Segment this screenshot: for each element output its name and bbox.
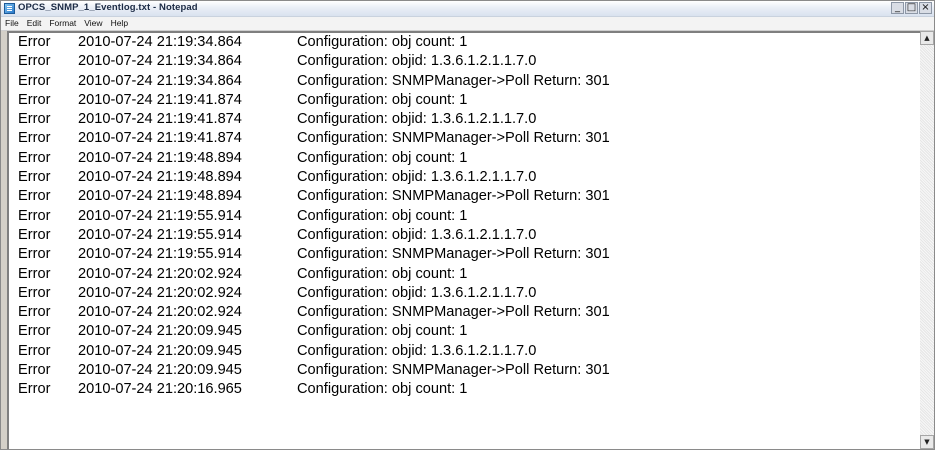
log-message: Configuration: SNMPManager->Poll Return:… bbox=[297, 246, 610, 263]
log-line: Error 2010-07-24 21:20:09.945 Configuratio… bbox=[18, 322, 610, 341]
log-line: Error 2010-07-24 21:19:48.894 Configuratio… bbox=[18, 149, 610, 168]
log-line: Error 2010-07-24 21:19:48.894 Configuratio… bbox=[18, 168, 610, 187]
log-line: Error 2010-07-24 21:19:34.864 Configuratio… bbox=[18, 72, 610, 91]
text-editor[interactable]: Error 2010-07-24 21:19:34.864 Configuratio… bbox=[7, 31, 920, 449]
log-timestamp: 2010-07-24 21:19:55.914 bbox=[78, 246, 242, 263]
log-line: Error 2010-07-24 21:19:55.914 Configuratio… bbox=[18, 226, 610, 245]
window-title: OPCS_SNMP_1_Eventlog.txt - Notepad bbox=[18, 2, 198, 13]
log-timestamp: 2010-07-24 21:19:34.864 bbox=[78, 34, 242, 50]
log-timestamp: 2010-07-24 21:19:41.874 bbox=[78, 111, 242, 128]
scroll-up-button[interactable]: ▲ bbox=[920, 31, 934, 45]
log-level: Error bbox=[18, 34, 51, 50]
log-message: Configuration: obj count: 1 bbox=[297, 91, 468, 108]
log-message: Configuration: SNMPManager->Poll Return:… bbox=[297, 130, 610, 147]
log-message: Configuration: objid: 1.3.6.1.2.1.1.7.0 bbox=[297, 284, 537, 301]
log-message: Configuration: objid: 1.3.6.1.2.1.1.7.0 bbox=[297, 111, 537, 128]
log-line: Error 2010-07-24 21:20:02.924 Configuratio… bbox=[18, 303, 610, 322]
log-timestamp: 2010-07-24 21:19:48.894 bbox=[78, 149, 242, 166]
log-message: Configuration: objid: 1.3.6.1.2.1.1.7.0 bbox=[297, 169, 537, 186]
log-timestamp: 2010-07-24 21:20:02.924 bbox=[78, 284, 242, 301]
log-message: Configuration: SNMPManager->Poll Return:… bbox=[297, 304, 610, 321]
notepad-icon[interactable] bbox=[4, 3, 15, 14]
log-message: Configuration: obj count: 1 bbox=[297, 149, 468, 166]
log-line: Error 2010-07-24 21:19:34.864 Configuratio… bbox=[18, 33, 610, 52]
log-message: Configuration: objid: 1.3.6.1.2.1.1.7.0 bbox=[297, 53, 537, 70]
log-timestamp: 2010-07-24 21:19:48.894 bbox=[78, 188, 242, 205]
log-line: Error 2010-07-24 21:20:16.965 Configuratio… bbox=[18, 380, 610, 399]
log-line: Error 2010-07-24 21:19:55.914 Configuratio… bbox=[18, 245, 610, 264]
menu-edit[interactable]: Edit bbox=[23, 17, 46, 30]
log-line: Error 2010-07-24 21:20:09.945 Configuratio… bbox=[18, 361, 610, 380]
log-level: Error bbox=[18, 381, 51, 398]
log-message: Configuration: obj count: 1 bbox=[297, 323, 468, 340]
log-message: Configuration: obj count: 1 bbox=[297, 34, 468, 50]
log-level: Error bbox=[18, 111, 51, 128]
log-timestamp: 2010-07-24 21:19:34.864 bbox=[78, 53, 242, 70]
log-level: Error bbox=[18, 304, 51, 321]
menu-format[interactable]: Format bbox=[45, 17, 80, 30]
log-level: Error bbox=[18, 149, 51, 166]
log-level: Error bbox=[18, 284, 51, 301]
log-timestamp: 2010-07-24 21:19:41.874 bbox=[78, 91, 242, 108]
maximize-button[interactable]: □ bbox=[905, 2, 918, 14]
log-line: Error 2010-07-24 21:19:41.874 Configuratio… bbox=[18, 110, 610, 129]
vertical-scrollbar[interactable]: ▲ ▼ bbox=[920, 31, 934, 449]
log-level: Error bbox=[18, 265, 51, 282]
scroll-down-button[interactable]: ▼ bbox=[920, 435, 934, 449]
log-line: Error 2010-07-24 21:19:34.864 Configuratio… bbox=[18, 52, 610, 71]
log-line: Error 2010-07-24 21:19:48.894 Configuratio… bbox=[18, 187, 610, 206]
notepad-window: OPCS_SNMP_1_Eventlog.txt - Notepad _ □ ×… bbox=[0, 0, 935, 450]
log-message: Configuration: SNMPManager->Poll Return:… bbox=[297, 72, 610, 89]
log-timestamp: 2010-07-24 21:20:02.924 bbox=[78, 265, 242, 282]
log-line: Error 2010-07-24 21:19:41.874 Configuratio… bbox=[18, 91, 610, 110]
log-timestamp: 2010-07-24 21:20:09.945 bbox=[78, 362, 242, 379]
log-level: Error bbox=[18, 342, 51, 359]
log-line: Error 2010-07-24 21:20:09.945 Configuratio… bbox=[18, 342, 610, 361]
menu-bar: File Edit Format View Help bbox=[1, 17, 934, 31]
log-timestamp: 2010-07-24 21:20:09.945 bbox=[78, 342, 242, 359]
log-message: Configuration: objid: 1.3.6.1.2.1.1.7.0 bbox=[297, 226, 537, 243]
log-timestamp: 2010-07-24 21:19:55.914 bbox=[78, 226, 242, 243]
log-level: Error bbox=[18, 130, 51, 147]
menu-view[interactable]: View bbox=[80, 17, 106, 30]
log-level: Error bbox=[18, 188, 51, 205]
close-button[interactable]: × bbox=[919, 2, 932, 14]
log-timestamp: 2010-07-24 21:19:41.874 bbox=[78, 130, 242, 147]
log-line: Error 2010-07-24 21:19:55.914 Configuratio… bbox=[18, 207, 610, 226]
log-timestamp: 2010-07-24 21:19:34.864 bbox=[78, 72, 242, 89]
title-bar[interactable]: OPCS_SNMP_1_Eventlog.txt - Notepad _ □ × bbox=[1, 1, 934, 17]
log-message: Configuration: SNMPManager->Poll Return:… bbox=[297, 188, 610, 205]
log-message: Configuration: obj count: 1 bbox=[297, 265, 468, 282]
log-message: Configuration: obj count: 1 bbox=[297, 381, 468, 398]
log-line: Error 2010-07-24 21:20:02.924 Configuratio… bbox=[18, 284, 610, 303]
log-level: Error bbox=[18, 207, 51, 224]
log-timestamp: 2010-07-24 21:19:48.894 bbox=[78, 169, 242, 186]
log-message: Configuration: obj count: 1 bbox=[297, 207, 468, 224]
log-line: Error 2010-07-24 21:20:02.924 Configuratio… bbox=[18, 265, 610, 284]
log-message: Configuration: SNMPManager->Poll Return:… bbox=[297, 362, 610, 379]
minimize-button[interactable]: _ bbox=[891, 2, 904, 14]
log-line: Error 2010-07-24 21:19:41.874 Configuratio… bbox=[18, 129, 610, 148]
log-timestamp: 2010-07-24 21:20:16.965 bbox=[78, 381, 242, 398]
log-level: Error bbox=[18, 323, 51, 340]
log-level: Error bbox=[18, 169, 51, 186]
log-level: Error bbox=[18, 246, 51, 263]
log-level: Error bbox=[18, 226, 51, 243]
log-level: Error bbox=[18, 91, 51, 108]
log-message: Configuration: objid: 1.3.6.1.2.1.1.7.0 bbox=[297, 342, 537, 359]
log-lines: Error 2010-07-24 21:19:34.864 Configuratio… bbox=[18, 33, 610, 400]
log-timestamp: 2010-07-24 21:19:55.914 bbox=[78, 207, 242, 224]
log-timestamp: 2010-07-24 21:20:02.924 bbox=[78, 304, 242, 321]
log-timestamp: 2010-07-24 21:20:09.945 bbox=[78, 323, 242, 340]
menu-help[interactable]: Help bbox=[107, 17, 132, 30]
window-controls: _ □ × bbox=[890, 2, 932, 15]
log-level: Error bbox=[18, 53, 51, 70]
log-level: Error bbox=[18, 72, 51, 89]
log-level: Error bbox=[18, 362, 51, 379]
menu-file[interactable]: File bbox=[1, 17, 23, 30]
